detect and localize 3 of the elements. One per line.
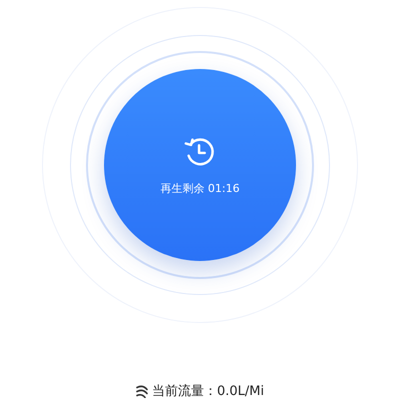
flow-icon bbox=[136, 384, 148, 398]
remaining-time-label: 再生剩余 01:16 bbox=[160, 180, 240, 196]
flow-rate-label: 当前流量：0.0L/Mi bbox=[152, 383, 264, 400]
